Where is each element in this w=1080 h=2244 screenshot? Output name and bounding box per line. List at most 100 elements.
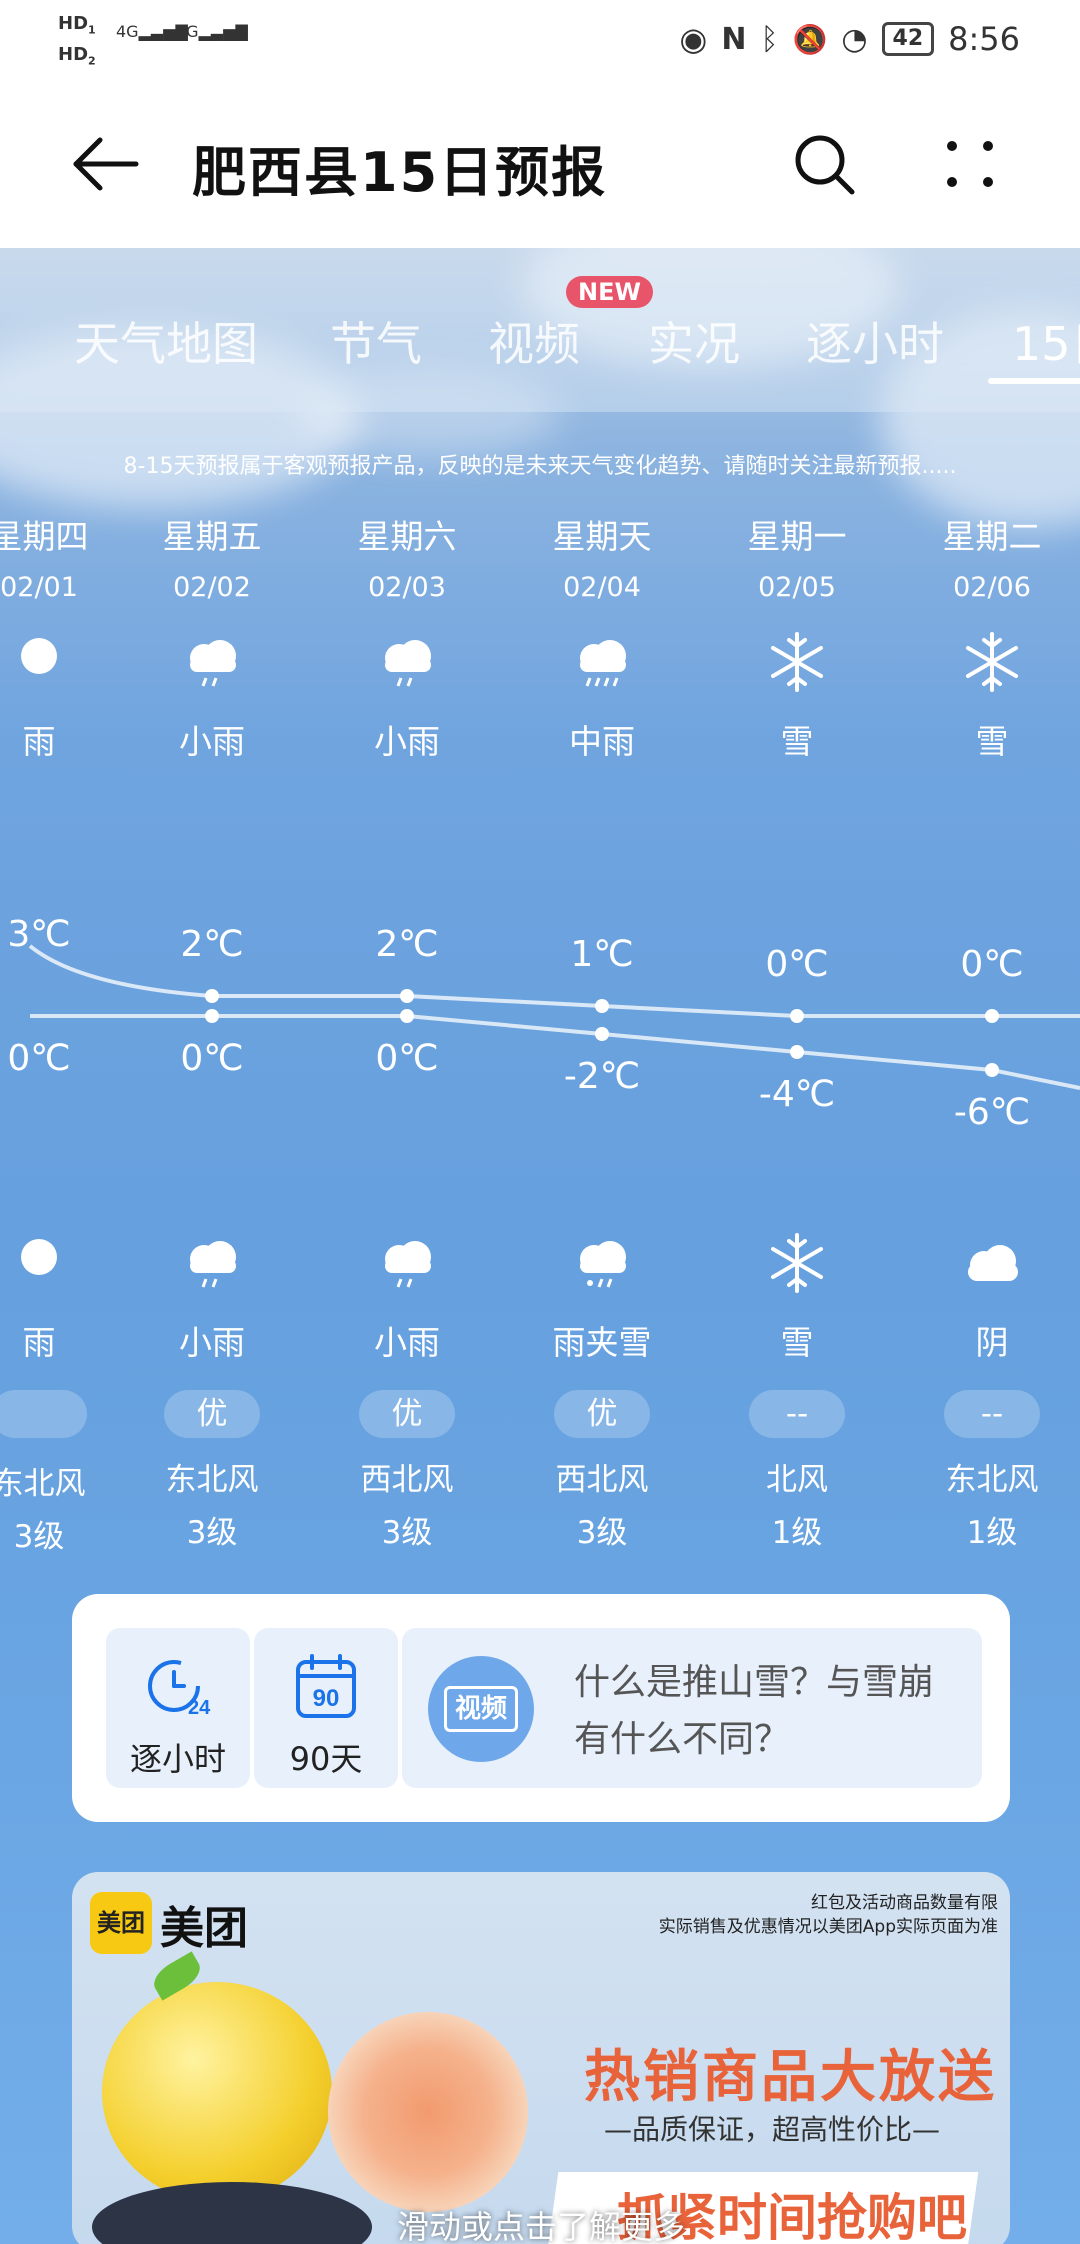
- night-weather-label: 阴: [975, 1323, 1009, 1362]
- cantaloupe-image: [328, 2012, 528, 2212]
- day-weather-label: 小雨: [179, 722, 245, 761]
- new-badge: NEW: [566, 276, 653, 308]
- moderate-rain-icon: [504, 627, 700, 697]
- high-temp-label: 2℃: [180, 924, 244, 965]
- high-temp-label: 0℃: [765, 944, 829, 985]
- night-column: 阴 -- 东北风 1级: [894, 1228, 1080, 1552]
- more-options-icon[interactable]: [940, 134, 1000, 194]
- tab-solar-terms[interactable]: 节气: [330, 308, 422, 374]
- aqi-badge: 优: [359, 1390, 455, 1438]
- aqi-badge: 优: [164, 1390, 260, 1438]
- hd-indicator: HD1 HD2: [58, 13, 96, 68]
- light-rain-icon: [114, 1228, 310, 1298]
- ad-headline: 热销商品大放送: [584, 2045, 997, 2110]
- high-temp-label: 1℃: [570, 934, 634, 975]
- low-temp-label: -6℃: [953, 1092, 1031, 1133]
- aqi-badge: --: [749, 1390, 845, 1438]
- video-article-link[interactable]: 视频 什么是推山雪？与雪崩有什么不同？: [402, 1628, 982, 1788]
- day-weather-label: 中雨: [569, 722, 635, 761]
- night-column: 小雨优西北风 3级: [309, 1228, 505, 1552]
- aqi-badge: 优: [554, 1390, 650, 1438]
- meituan-logo: 美团: [90, 1892, 152, 1954]
- video-title: 什么是推山雪？与雪崩有什么不同？: [574, 1662, 935, 1760]
- nfc-icon: N: [721, 21, 747, 57]
- overcast-icon: [894, 1228, 1080, 1298]
- wind-level: 1级: [966, 1515, 1018, 1551]
- day-column[interactable]: 星期五 02/02 小雨: [114, 510, 310, 763]
- status-bar: HD1 HD2 4G▂▃▅▇ 4G▂▃▅▇ ◉ N ᛒ 🔕 ◔ 42 8:56: [0, 0, 1080, 80]
- night-column: 雨夹雪优西北风 3级: [504, 1228, 700, 1552]
- wind-direction: 东北风: [945, 1462, 1039, 1498]
- wind-direction: 西北风: [555, 1462, 649, 1498]
- wind-level: 3级: [186, 1515, 238, 1551]
- light-rain-icon: [309, 1228, 505, 1298]
- date-label: 02/05: [758, 572, 836, 603]
- low-temp-label: -2℃: [563, 1056, 641, 1097]
- svg-text:24: 24: [188, 1697, 211, 1719]
- wind-level: 3级: [576, 1515, 628, 1551]
- tab-live[interactable]: 实况: [648, 308, 740, 374]
- aqi-badge: [0, 1390, 87, 1438]
- weekday-label: 星期一: [747, 517, 847, 556]
- wind-direction: 北风: [766, 1462, 828, 1498]
- 90day-label: 90天: [289, 1740, 363, 1778]
- night-weather-label: 雨夹雪: [552, 1323, 652, 1362]
- tab-hourly[interactable]: 逐小时: [806, 308, 944, 374]
- date-label: 02/03: [368, 572, 446, 603]
- high-temp-label: 0℃: [960, 944, 1024, 985]
- date-label: 02/04: [563, 572, 641, 603]
- low-temp-label: 0℃: [180, 1038, 244, 1079]
- hourly-label: 逐小时: [129, 1740, 226, 1778]
- forecast-notice: 8-15天预报属于客观预报产品，反映的是未来天气变化趋势、请随时关注最新预报..…: [123, 454, 957, 479]
- bluetooth-icon: ᛒ: [760, 21, 779, 57]
- tab-video[interactable]: 视频: [488, 308, 580, 374]
- weekday-label: 星期二: [942, 517, 1042, 556]
- hourly-shortcut[interactable]: 24 逐小时: [106, 1628, 250, 1788]
- snow-icon: [894, 627, 1080, 697]
- app-header: 肥西县15日预报: [0, 80, 1080, 248]
- ad-note-2: 实际销售及优惠情况以美团App实际页面为准: [658, 1917, 998, 1937]
- day-column[interactable]: 星期天 02/04 中雨: [504, 510, 700, 763]
- signal-icon-2: 4G▂▃▅▇: [176, 22, 248, 41]
- ad-brand: 美团: [160, 1903, 248, 1954]
- battery-icon: 42: [881, 22, 935, 56]
- eye-icon: ◉: [679, 20, 708, 58]
- search-icon[interactable]: [790, 130, 860, 200]
- active-tab-indicator: [988, 378, 1080, 384]
- page-title: 肥西县15日预报: [192, 141, 608, 204]
- tab-weather-map[interactable]: 天气地图: [74, 308, 258, 374]
- wind-level: 3级: [381, 1515, 433, 1551]
- day-column[interactable]: 星期一 02/05 雪: [699, 510, 895, 763]
- ad-note-1: 红包及活动商品数量有限: [811, 1893, 998, 1913]
- day-column[interactable]: 星期六 02/03 小雨: [309, 510, 505, 763]
- weekday-label: 星期天: [552, 517, 652, 556]
- night-column: 雪 -- 北风 1级: [699, 1228, 895, 1552]
- low-temp-label: 0℃: [375, 1038, 439, 1079]
- light-rain-icon: [309, 627, 505, 697]
- ad-swipe-hint: 滑动或点击了解更多: [396, 2208, 685, 2244]
- wind-direction: 西北风: [360, 1462, 454, 1498]
- weekday-label: 星期六: [357, 517, 457, 556]
- data-saver-icon: ◔: [841, 21, 868, 57]
- high-temp-label: 2℃: [375, 924, 439, 965]
- back-arrow-icon[interactable]: [70, 134, 140, 194]
- night-weather-label: 小雨: [374, 1323, 440, 1362]
- calendar-90-icon: 90: [296, 1654, 356, 1718]
- tab-bar: 天气地图 节气 视频 实况 逐小时 15日: [0, 248, 1080, 412]
- clock-time: 8:56: [948, 20, 1020, 58]
- melon-image: [102, 1982, 332, 2202]
- ad-subline: —品质保证，超高性价比—: [604, 2113, 941, 2146]
- low-temp-label: -4℃: [758, 1074, 836, 1115]
- snow-icon: [699, 1228, 895, 1298]
- clock-24-icon: 24: [148, 1660, 211, 1719]
- wind-direction: 东北风: [165, 1462, 259, 1498]
- day-weather-label: 雪: [780, 722, 814, 761]
- night-weather-label: 小雨: [179, 1323, 245, 1362]
- night-weather-label: 雪: [780, 1323, 814, 1362]
- day-column[interactable]: 星期二 02/06 雪: [894, 510, 1080, 763]
- ad-banner[interactable]: 美团 美团 红包及活动商品数量有限 实际销售及优惠情况以美团App实际页面为准 …: [72, 1872, 1010, 2244]
- 90day-shortcut[interactable]: 90 90天: [254, 1628, 398, 1788]
- day-weather-label: 小雨: [374, 722, 440, 761]
- tab-15day[interactable]: 15日: [1012, 308, 1080, 374]
- day-weather-label: 雪: [975, 722, 1009, 761]
